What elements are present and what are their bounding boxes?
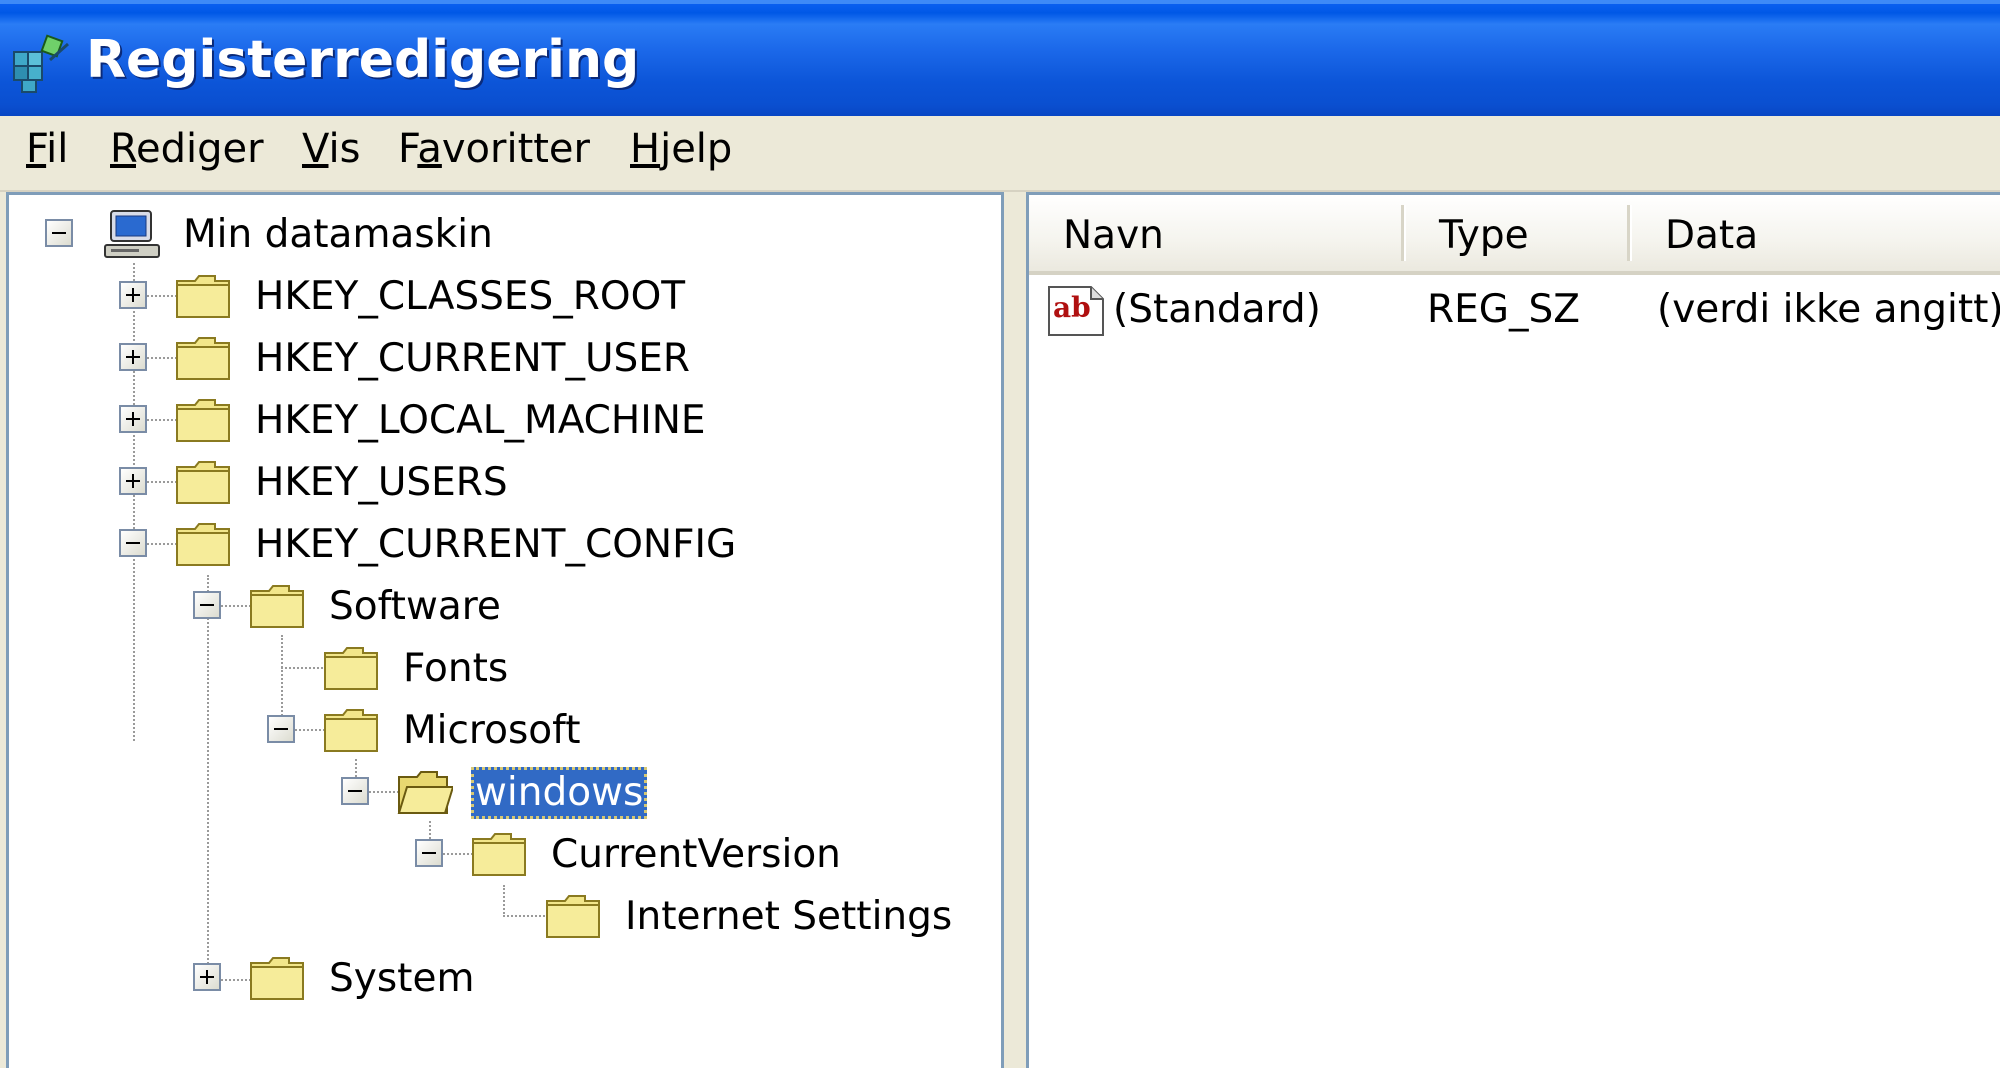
menu-bar: Fil Rediger Vis Favoritter Hjelp bbox=[0, 116, 2000, 192]
tree-node-microsoft[interactable]: Microsoft bbox=[9, 701, 909, 761]
tree-label: CurrentVersion bbox=[551, 832, 841, 877]
collapse-toggle[interactable] bbox=[193, 591, 221, 619]
folder-icon bbox=[176, 275, 230, 318]
column-divider[interactable] bbox=[1401, 205, 1406, 261]
value-name: (Standard) bbox=[1113, 287, 1321, 332]
column-header-name[interactable]: Navn bbox=[1063, 213, 1164, 258]
folder-icon bbox=[250, 957, 304, 1000]
window-title: Registerredigering bbox=[86, 30, 640, 90]
tree-node-windows[interactable]: windows bbox=[9, 763, 909, 823]
tree-node-software[interactable]: Software bbox=[9, 577, 909, 637]
folder-icon bbox=[324, 709, 378, 752]
tree-label: Software bbox=[329, 584, 501, 629]
tree-node-hkey-classes-root[interactable]: HKEY_CLASSES_ROOT bbox=[9, 267, 909, 327]
string-value-icon: ab bbox=[1048, 286, 1104, 336]
tree-node-hkey-local-machine[interactable]: HKEY_LOCAL_MACHINE bbox=[9, 391, 909, 451]
tree-label: HKEY_USERS bbox=[255, 460, 508, 505]
open-folder-icon bbox=[397, 771, 453, 814]
main-frame: Min datamaskin HKEY_CLASSES_ROOT HKEY_CU… bbox=[0, 192, 2000, 1068]
collapse-toggle[interactable] bbox=[415, 839, 443, 867]
collapse-toggle[interactable] bbox=[45, 219, 73, 247]
folder-icon bbox=[546, 895, 600, 938]
value-data: (verdi ikke angitt) bbox=[1657, 287, 2000, 332]
svg-text:ab: ab bbox=[1053, 291, 1091, 324]
title-bar[interactable]: Registerredigering bbox=[0, 0, 2000, 116]
tree-label: System bbox=[329, 956, 475, 1001]
tree-label-selected: windows bbox=[471, 767, 648, 819]
tree-label: Min datamaskin bbox=[183, 212, 493, 257]
menu-help[interactable]: Hjelp bbox=[630, 126, 732, 172]
pane-splitter[interactable] bbox=[1004, 192, 1028, 1068]
expand-toggle[interactable] bbox=[119, 467, 147, 495]
list-row[interactable]: ab (Standard) REG_SZ (verdi ikke angitt) bbox=[1029, 279, 2000, 341]
collapse-toggle[interactable] bbox=[267, 715, 295, 743]
tree-label: Fonts bbox=[403, 646, 509, 691]
expand-toggle[interactable] bbox=[119, 405, 147, 433]
folder-icon bbox=[472, 833, 526, 876]
menu-file[interactable]: Fil bbox=[26, 126, 68, 172]
folder-icon bbox=[250, 585, 304, 628]
folder-icon bbox=[176, 461, 230, 504]
tree-node-currentversion[interactable]: CurrentVersion bbox=[9, 825, 909, 885]
regedit-app-icon bbox=[13, 34, 69, 93]
menu-view[interactable]: Vis bbox=[302, 126, 360, 172]
column-divider[interactable] bbox=[1627, 205, 1632, 261]
folder-icon bbox=[176, 399, 230, 442]
list-header: Navn Type Data bbox=[1029, 195, 2000, 275]
tree-label: Microsoft bbox=[403, 708, 581, 753]
tree-node-fonts[interactable]: Fonts bbox=[9, 639, 909, 699]
tree-label: HKEY_CURRENT_USER bbox=[255, 336, 691, 381]
folder-icon bbox=[324, 647, 378, 690]
tree-node-internet-settings[interactable]: Internet Settings bbox=[9, 887, 952, 947]
tree-label: HKEY_CLASSES_ROOT bbox=[255, 274, 686, 319]
folder-icon bbox=[176, 523, 230, 566]
column-header-data[interactable]: Data bbox=[1665, 213, 1758, 258]
menu-edit[interactable]: Rediger bbox=[110, 126, 264, 172]
expand-toggle[interactable] bbox=[119, 281, 147, 309]
computer-icon bbox=[104, 210, 160, 258]
tree-node-my-computer[interactable]: Min datamaskin bbox=[9, 205, 909, 265]
tree-node-hkey-users[interactable]: HKEY_USERS bbox=[9, 453, 909, 513]
tree-node-hkey-current-config[interactable]: HKEY_CURRENT_CONFIG bbox=[9, 515, 909, 575]
tree-label: Internet Settings bbox=[625, 894, 953, 939]
collapse-toggle[interactable] bbox=[119, 529, 147, 557]
expand-toggle[interactable] bbox=[193, 963, 221, 991]
value-type: REG_SZ bbox=[1427, 287, 1580, 332]
menu-favorites[interactable]: Favoritter bbox=[398, 126, 590, 172]
tree-node-hkey-current-user[interactable]: HKEY_CURRENT_USER bbox=[9, 329, 909, 389]
collapse-toggle[interactable] bbox=[341, 777, 369, 805]
folder-icon bbox=[176, 337, 230, 380]
registry-tree-pane[interactable]: Min datamaskin HKEY_CLASSES_ROOT HKEY_CU… bbox=[6, 192, 1004, 1068]
expand-toggle[interactable] bbox=[119, 343, 147, 371]
values-list-pane[interactable]: Navn Type Data ab (Standard) REG_SZ (ver… bbox=[1026, 192, 2000, 1068]
column-header-type[interactable]: Type bbox=[1439, 213, 1529, 258]
tree-label: HKEY_LOCAL_MACHINE bbox=[255, 398, 706, 443]
tree-label: HKEY_CURRENT_CONFIG bbox=[255, 522, 737, 567]
tree-node-system[interactable]: System bbox=[9, 949, 909, 1009]
